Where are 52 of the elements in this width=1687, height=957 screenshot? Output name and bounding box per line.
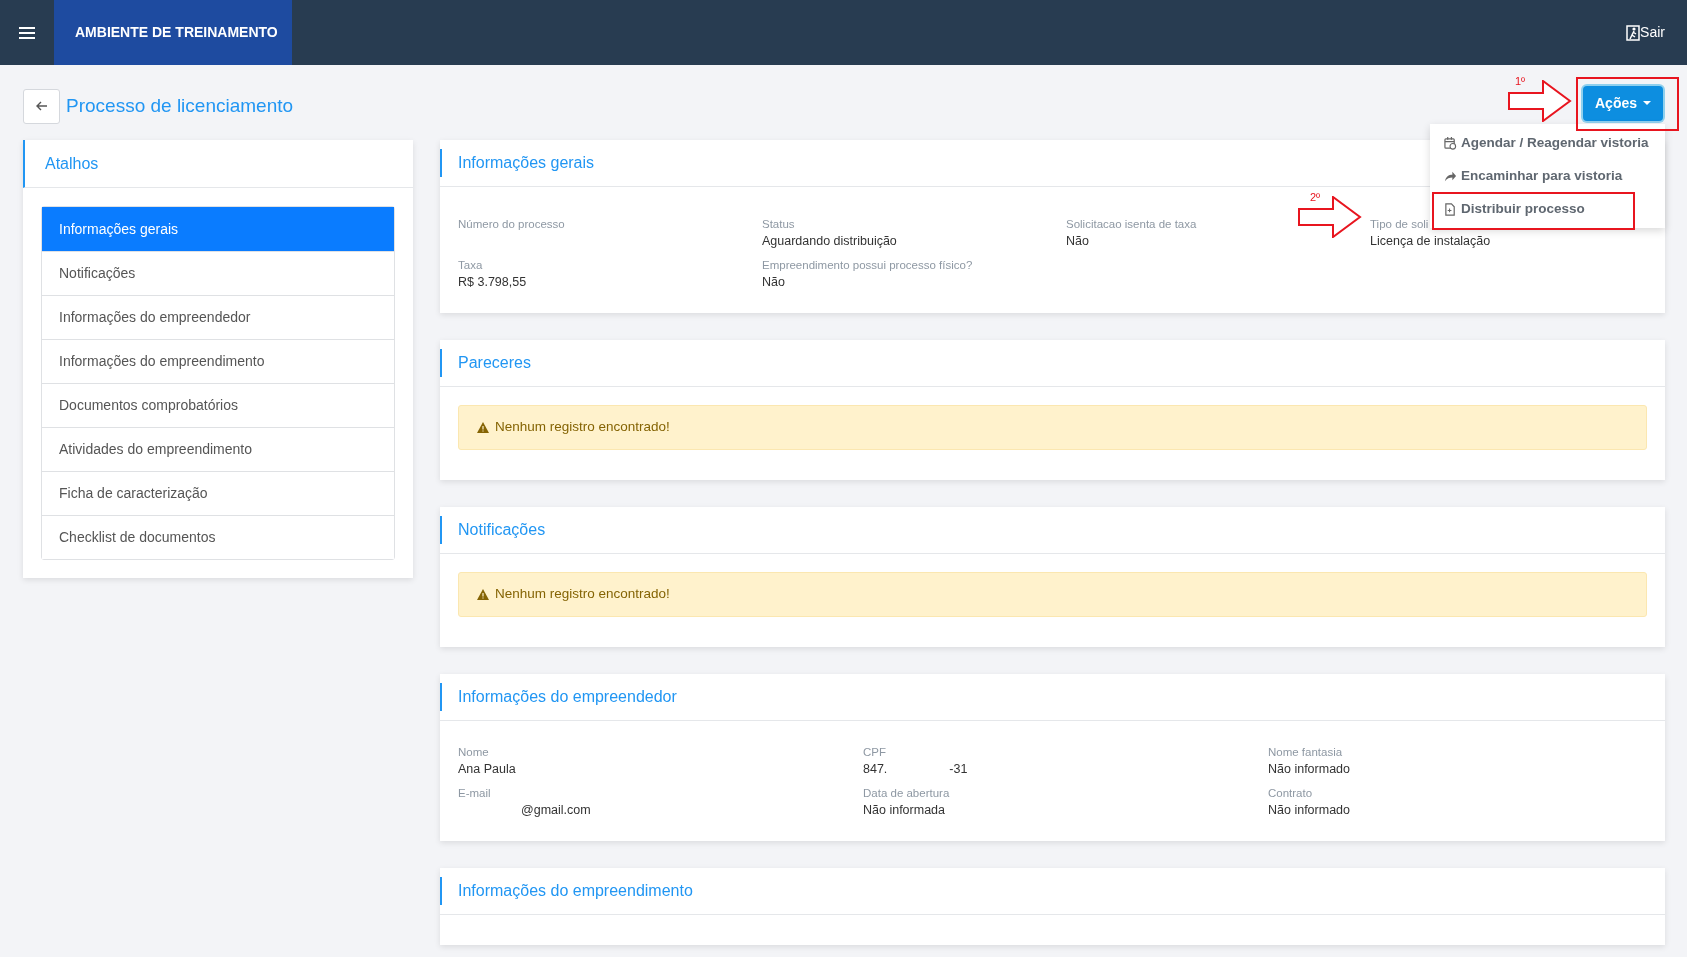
field-value: 847.: [863, 761, 888, 778]
field-label: Número do processo: [458, 217, 566, 232]
field-value: Não: [762, 275, 785, 289]
field-value: R$ 3.798,55: [458, 275, 527, 289]
field-value: Não informado: [1268, 762, 1350, 776]
field-value: Não: [1066, 234, 1089, 248]
step-number: 2º: [1310, 190, 1321, 205]
shortcut-item[interactable]: Informações gerais: [42, 207, 394, 251]
card-title: Atalhos: [44, 153, 99, 174]
field-label: Status: [762, 217, 796, 232]
section-title: Notificações: [440, 516, 546, 544]
exit-icon: [1626, 24, 1641, 41]
field-label: CPF: [863, 745, 887, 760]
field-label: E-mail: [458, 786, 492, 801]
section-title: Pareceres: [440, 349, 531, 377]
field-label: Nome fantasia: [1268, 745, 1344, 760]
field-value: Licença de instalação: [1370, 234, 1491, 248]
caret-icon: [1643, 101, 1651, 106]
field-value: @gmail.com: [521, 803, 591, 817]
menu-icon: [19, 26, 35, 39]
section-title: Informações do empreendedor: [440, 683, 677, 711]
field-label: Taxa: [458, 258, 484, 273]
step-number: 1º: [1515, 74, 1526, 89]
alert-message: Nenhum registro encontrado!: [495, 585, 670, 604]
warning-icon: [477, 589, 489, 600]
field-value: Não informado: [1268, 803, 1350, 817]
actions-button[interactable]: Ações: [1583, 86, 1663, 121]
page-title: Processo de licenciamento: [66, 93, 294, 118]
menu-item[interactable]: Agendar / Reagendar vistoria: [1444, 128, 1653, 158]
field-label: Tipo de soli: [1370, 217, 1430, 232]
menu-item[interactable]: Encaminhar para vistoria: [1444, 161, 1627, 191]
field-label: Nome: [458, 745, 490, 760]
environment-banner: AMBIENTE DE TREINAMENTO: [54, 0, 292, 65]
field-value: Ana Paula: [458, 762, 516, 776]
alert-message: Nenhum registro encontrado!: [495, 418, 670, 437]
logout-button[interactable]: Sair: [1626, 22, 1665, 43]
field-label: Contrato: [1268, 786, 1314, 801]
section-title: Informações do empreendimento: [440, 877, 693, 905]
share-arrow-icon: [1444, 169, 1457, 183]
warning-icon: [477, 422, 489, 433]
back-arrow-icon: [35, 101, 48, 111]
field-label: Solicitacao isenta de taxa: [1066, 217, 1198, 232]
shortcut-item[interactable]: Checklist de documentos: [42, 515, 394, 559]
field-value: Aguardando distribuição: [762, 234, 897, 248]
section-title: Informações gerais: [440, 149, 595, 177]
field-value: -31: [949, 761, 968, 778]
field-label: Data de abertura: [863, 786, 951, 801]
field-value: Não informada: [863, 803, 945, 817]
document-icon: [1444, 202, 1457, 216]
menu-item[interactable]: Distribuir processo: [1444, 194, 1589, 224]
calendar-clock-icon: [1444, 136, 1457, 150]
field-label: Empreendimento possui processo físico?: [762, 258, 974, 273]
